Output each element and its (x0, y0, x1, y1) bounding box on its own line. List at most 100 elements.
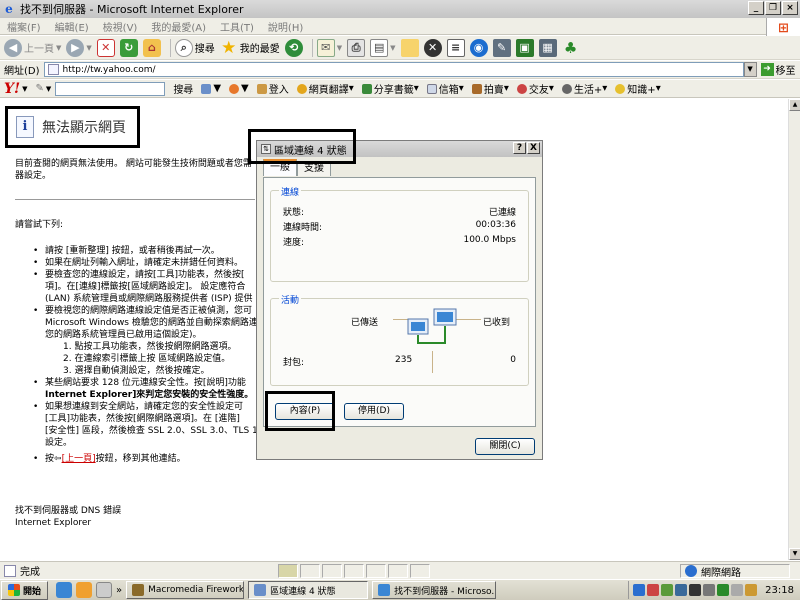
yahoo-toolbar: Y! ▼ ✎ ▼ 搜尋 ▼ ▼ 登入 網頁翻譯 ▾ 分享書籤 ▾ 信箱 ▾ 拍賣… (0, 80, 800, 98)
tray-icon-4[interactable] (675, 584, 688, 596)
received-packets-value: 0 (510, 355, 516, 365)
stop-button[interactable]: ✕ (96, 38, 115, 57)
forward-button[interactable]: ▶ ▼ (66, 38, 92, 57)
refresh-button[interactable]: ↻ (119, 38, 138, 57)
dialog-help-button[interactable]: ? (513, 142, 526, 154)
tray-network-icon[interactable] (717, 584, 730, 596)
yahoo-auction-button[interactable]: 拍賣 ▾ (471, 81, 509, 96)
tray-icon-3[interactable] (661, 584, 674, 596)
history-button[interactable]: ⟲ (284, 38, 303, 57)
print-button[interactable]: ⎙ (347, 38, 366, 57)
login-icon (256, 83, 267, 94)
quicklaunch-desktop-icon[interactable] (96, 582, 113, 598)
close-button[interactable]: × (782, 1, 798, 15)
tray-icon-5[interactable] (689, 584, 702, 596)
mail-icon (426, 83, 437, 94)
list-item: 請按 [重新整理] 按鈕，或者稍後再試一次。 (33, 245, 258, 257)
yahoo-logo[interactable]: Y! (4, 81, 20, 97)
dialog-close-button[interactable]: 關閉(C) (475, 438, 535, 455)
messenger-button[interactable]: ◉ (469, 38, 488, 57)
yahoo-search-button[interactable]: 搜尋 (173, 81, 193, 96)
connection-group-label: 連線 (279, 185, 302, 198)
duration-label: 連線時間: (283, 223, 323, 233)
yahoo-star-button[interactable]: ▼ (229, 83, 249, 94)
quicklaunch-ie-icon[interactable] (56, 582, 73, 598)
menu-tools[interactable]: 工具(T) (213, 19, 261, 34)
yahoo-login-button[interactable]: 登入 (256, 81, 289, 96)
favorites-button[interactable]: ★ 我的最愛 (220, 38, 280, 58)
window-title-bar[interactable]: e 找不到伺服器 - Microsoft Internet Explorer _… (0, 0, 800, 18)
page-done-icon (4, 564, 16, 577)
search-button[interactable]: ⌕ 搜尋 (174, 38, 215, 57)
error-header: i 無法顯示網頁 (5, 106, 140, 148)
connection-group: 連線 狀態: 已連線 連線時間: 00:03:36 速度: 100.0 Mbps (270, 185, 529, 282)
msn-button[interactable]: ♣ (562, 39, 580, 57)
start-button[interactable]: 開始 (1, 580, 49, 600)
yahoo-window-button[interactable]: ▼ (201, 83, 221, 94)
mail-icon: ✉ (316, 38, 335, 57)
network-computers-icon (407, 308, 457, 344)
status-icon-5 (366, 564, 386, 578)
yahoo-search-input[interactable] (55, 81, 166, 96)
status-bar: 完成 網際網路 (0, 561, 800, 579)
tool-button-5[interactable]: ▦ (538, 38, 557, 57)
tray-icon-2[interactable] (647, 584, 660, 596)
minimize-button[interactable]: _ (748, 1, 764, 15)
menu-help[interactable]: 說明(H) (261, 19, 310, 34)
yahoo-mail-button[interactable]: 信箱 ▾ (426, 81, 464, 96)
quicklaunch-more-icon[interactable]: » (116, 585, 122, 596)
tray-icon-9[interactable] (745, 584, 758, 596)
yahoo-dating-button[interactable]: 交友 ▾ (516, 81, 554, 96)
back-button[interactable]: ◀ 上一頁 ▼ (4, 38, 61, 57)
list-item: Microsoft Windows 檢驗您的網路並自動探索網路連線 (45, 318, 258, 328)
security-zone: 網際網路 (680, 564, 790, 579)
tool-button-2[interactable]: ≡ (446, 38, 465, 57)
tray-icon-1[interactable] (633, 584, 646, 596)
menu-file[interactable]: 檔案(F) (0, 19, 48, 34)
go-button[interactable]: ➜ 移至 (760, 62, 796, 77)
address-input[interactable]: http://tw.yahoo.com/ (43, 62, 744, 77)
tray-icon-8[interactable] (731, 584, 744, 596)
clock[interactable]: 23:18 (765, 585, 794, 596)
status-icon-3 (322, 564, 342, 578)
folder-button[interactable] (400, 38, 419, 57)
home-button[interactable]: ⌂ (142, 38, 161, 57)
list-item: [安全性] 區段，然後檢查 SSL 2.0、SSL 3.0、TLS 1.0 (45, 426, 258, 436)
menu-view[interactable]: 檢視(V) (96, 19, 145, 34)
lightbulb-icon (615, 83, 626, 94)
back-link[interactable]: [上一頁] (62, 453, 96, 465)
task-fireworks[interactable]: Macromedia Fireworks M... (126, 581, 245, 599)
tool-button-3[interactable]: ✎ (492, 38, 511, 57)
list-item: 如果在網址列輸入網址，請確定未拼錯任何資料。 (33, 257, 258, 269)
yahoo-translate-button[interactable]: 網頁翻譯 ▾ (296, 81, 354, 96)
task-ie-window[interactable]: 找不到伺服器 - Microso... (372, 581, 497, 599)
home-icon: ⌂ (142, 38, 161, 57)
disable-button[interactable]: 停用(D) (344, 403, 404, 420)
edit-button[interactable]: ▤ ▼ (370, 38, 396, 57)
yahoo-knowledge-button[interactable]: 知識+ ▾ (615, 81, 661, 96)
status-value: 已連線 (488, 208, 516, 218)
menu-edit[interactable]: 編輯(E) (48, 19, 96, 34)
pencil-icon[interactable]: ✎ (36, 83, 44, 94)
yahoo-menu-arrow[interactable]: ▼ (22, 85, 27, 93)
scroll-up-button[interactable]: ▲ (789, 99, 800, 111)
heart-icon (516, 83, 527, 94)
mail-button[interactable]: ✉ ▼ (316, 38, 342, 57)
address-dropdown-button[interactable]: ▼ (743, 62, 757, 77)
yahoo-life-button[interactable]: 生活+ ▾ (561, 81, 607, 96)
quicklaunch-media-icon[interactable] (76, 582, 93, 598)
tool-button-4[interactable]: ▣ (515, 38, 534, 57)
tool-button-1[interactable]: ✕ (423, 38, 442, 57)
vertical-scrollbar[interactable]: ▲ ▼ (788, 99, 800, 560)
tray-icon-6[interactable] (703, 584, 716, 596)
page-icon (47, 64, 59, 75)
window-icon (201, 83, 212, 94)
scroll-down-button[interactable]: ▼ (789, 548, 800, 560)
task-connection-status[interactable]: 區域連線 4 狀態 (248, 581, 369, 599)
yahoo-bookmark-button[interactable]: 分享書籤 ▾ (361, 81, 419, 96)
refresh-icon: ↻ (119, 38, 138, 57)
restore-button[interactable]: ❐ (765, 1, 781, 15)
error-description: 目前查閱的網頁無法使用。 網站可能發生技術問題或者您需 器設定。 (15, 159, 252, 181)
menu-favorites[interactable]: 我的最愛(A) (144, 19, 213, 34)
dialog-close-x-button[interactable]: X (527, 142, 540, 154)
